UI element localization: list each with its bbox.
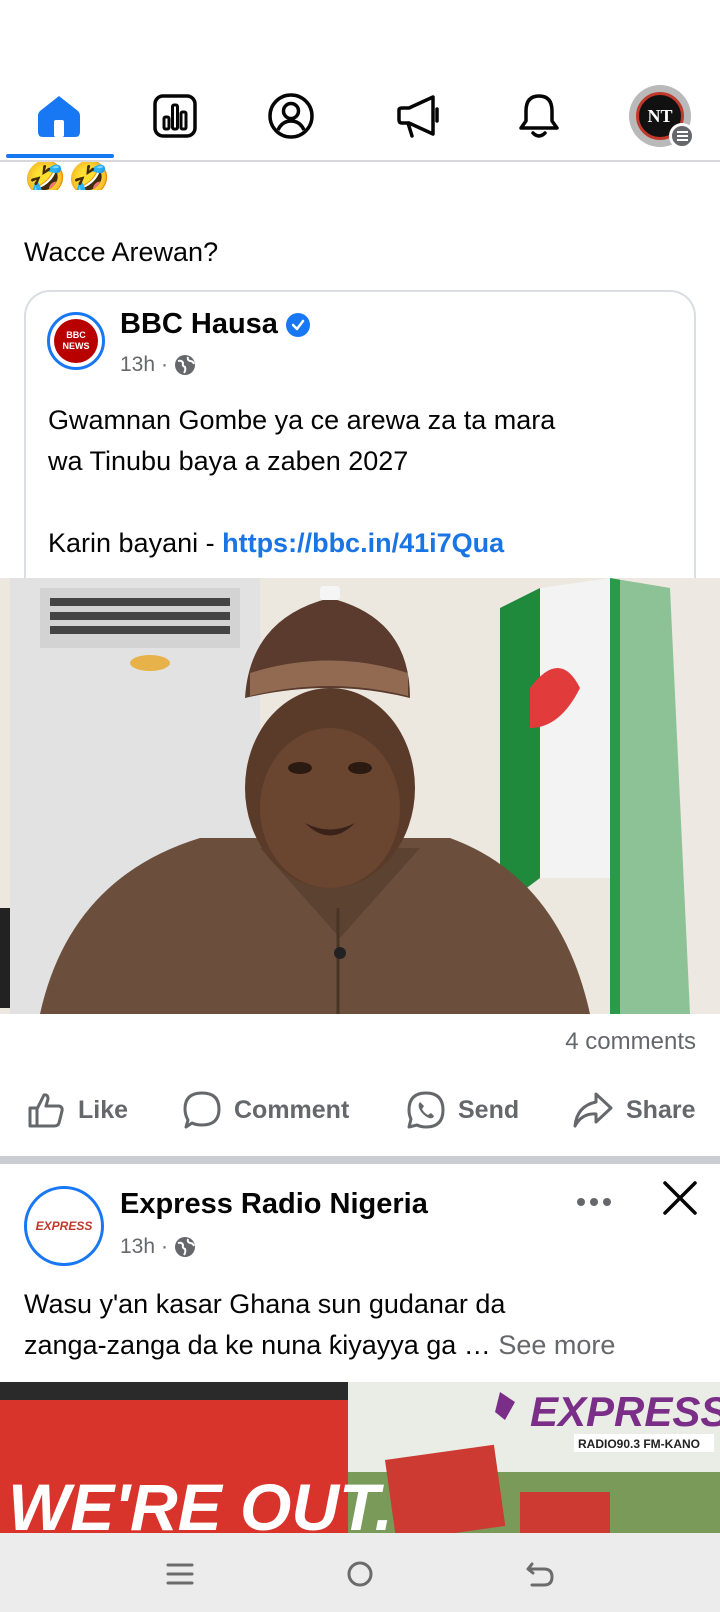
hide-post-button[interactable] xyxy=(660,1178,700,1218)
comment-icon xyxy=(183,1091,221,1129)
shared-page-name[interactable]: BBC Hausa xyxy=(120,308,310,341)
post-photo[interactable] xyxy=(0,578,720,1014)
logo-text-bbc: BBC xyxy=(66,330,86,340)
active-tab-indicator xyxy=(6,154,114,158)
menu-lines-icon xyxy=(166,1563,194,1585)
post-page-name[interactable]: Express Radio Nigeria xyxy=(120,1188,428,1221)
nav-tab-menu[interactable]: NT xyxy=(629,85,695,149)
nav-tab-ads[interactable] xyxy=(389,86,449,146)
circle-home-icon xyxy=(347,1561,373,1587)
nav-tab-notifications[interactable] xyxy=(509,86,569,146)
home-icon xyxy=(38,96,80,137)
menu-icon xyxy=(669,123,695,149)
governor-photo xyxy=(0,578,720,1014)
express-radio-logo[interactable]: EXPRESS xyxy=(24,1186,104,1266)
recent-apps-button[interactable] xyxy=(155,1549,205,1599)
home-system-button[interactable] xyxy=(335,1549,385,1599)
post-time: 13h xyxy=(120,1235,156,1258)
bbc-hausa-logo[interactable]: BBC NEWS xyxy=(47,312,105,370)
logo-text-news: NEWS xyxy=(62,341,90,351)
shared-post-body: Gwamnan Gombe ya ce arewa za ta mara wa … xyxy=(48,405,556,558)
post-image[interactable]: WE'RE OUT. EXPRESS RADIO90.3 FM-KANO xyxy=(0,1382,720,1534)
banner-subtitle: RADIO90.3 FM-KANO xyxy=(578,1437,700,1451)
send-button[interactable]: Send xyxy=(406,1080,519,1140)
nav-tab-home[interactable] xyxy=(29,86,89,146)
thumbs-up-icon xyxy=(28,1093,64,1128)
globe-icon xyxy=(175,1237,196,1257)
comments-count-link[interactable]: 4 comments xyxy=(565,1028,696,1056)
post-divider xyxy=(0,1156,720,1164)
megaphone-icon xyxy=(397,95,439,138)
post-meta: 13h · xyxy=(120,1235,196,1259)
post-emoji: 🤣🤣 xyxy=(24,162,113,190)
like-button[interactable]: Like xyxy=(26,1080,128,1140)
post-text: Wacce Arewan? xyxy=(24,237,219,267)
bell-icon xyxy=(519,94,559,138)
shared-post-meta: 13h · xyxy=(120,353,196,377)
share-icon xyxy=(573,1092,613,1128)
comment-button[interactable]: Comment xyxy=(182,1080,349,1140)
close-icon xyxy=(663,1181,697,1215)
see-more-link[interactable]: See more xyxy=(498,1330,615,1360)
verified-badge-icon xyxy=(285,312,310,337)
more-options-button[interactable] xyxy=(572,1184,616,1220)
post-action-bar: Like Comment Send Share xyxy=(0,1080,720,1140)
shared-link[interactable]: https://bbc.in/41i7Qua xyxy=(222,528,504,558)
nav-tab-profile[interactable] xyxy=(261,86,321,146)
system-navigation-bar xyxy=(0,1533,720,1612)
post-body: Wasu y'an kasar Ghana sun gudanar da zan… xyxy=(24,1289,616,1360)
top-navigation-bar: NT xyxy=(0,0,720,162)
share-button[interactable]: Share xyxy=(572,1080,695,1140)
whatsapp-icon xyxy=(407,1091,445,1129)
banner-text: WE'RE OUT. xyxy=(8,1470,393,1534)
post-time: 13h xyxy=(120,353,156,376)
nav-tab-dashboard[interactable] xyxy=(145,86,205,146)
back-button[interactable] xyxy=(515,1549,565,1599)
globe-icon xyxy=(175,355,196,375)
back-arrow-icon xyxy=(526,1562,554,1587)
bar-chart-icon xyxy=(153,94,197,138)
banner-brand: EXPRESS xyxy=(530,1388,720,1435)
profile-icon xyxy=(268,93,314,139)
